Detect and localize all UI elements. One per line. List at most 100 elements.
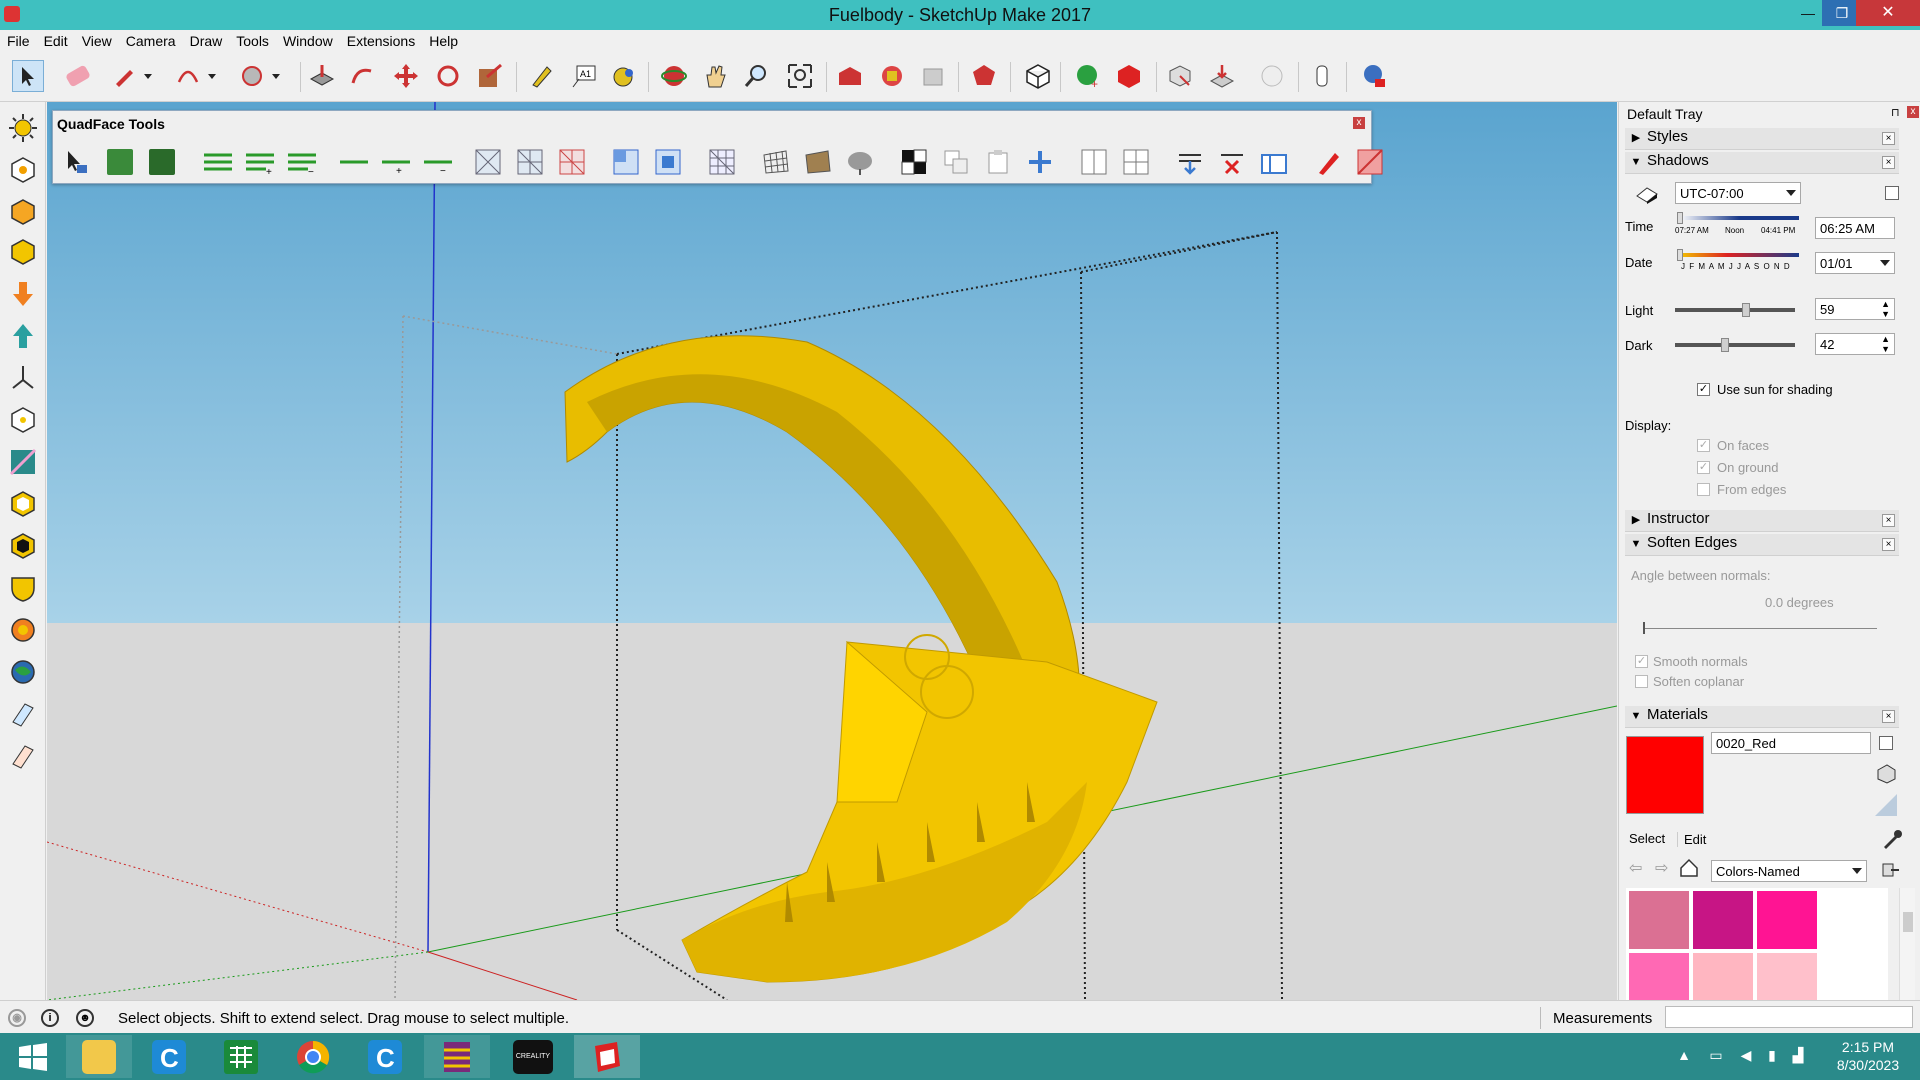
qf-ring-shrink-button[interactable]: −: [287, 147, 317, 177]
instructor-section-header[interactable]: ▶ Instructor ×: [1625, 510, 1899, 532]
drop-button[interactable]: [1206, 60, 1238, 92]
angle-slider[interactable]: [1643, 628, 1877, 629]
tape-measure-tool-button[interactable]: [526, 60, 558, 92]
taskbar-creality[interactable]: CREALITY: [500, 1035, 566, 1078]
axes-button[interactable]: [7, 362, 39, 394]
light-slider[interactable]: [1675, 308, 1795, 312]
light-input[interactable]: 59 ▲ ▼: [1815, 298, 1895, 320]
dark-slider[interactable]: [1675, 343, 1795, 347]
current-material-swatch[interactable]: [1626, 736, 1704, 814]
extrude-button[interactable]: [1164, 60, 1196, 92]
follow-me-tool-button[interactable]: [346, 60, 378, 92]
styles-section-header[interactable]: ▶ Styles ×: [1625, 128, 1899, 150]
quad-tool-3-button[interactable]: [7, 236, 39, 268]
menu-camera[interactable]: Camera: [119, 30, 183, 49]
menu-tools[interactable]: Tools: [229, 30, 276, 49]
quad-tool-7-button[interactable]: [7, 572, 39, 604]
materials-library-select[interactable]: Colors-Named: [1711, 860, 1867, 882]
help-plugin-button[interactable]: [1358, 60, 1390, 92]
volume-icon[interactable]: ◀: [1738, 1047, 1754, 1063]
time-slider-thumb[interactable]: [1677, 212, 1683, 224]
back-arrow-icon[interactable]: ⇦: [1629, 858, 1642, 878]
light-slider-thumb[interactable]: [1741, 303, 1750, 317]
line-dropdown[interactable]: [140, 60, 156, 92]
share-component-button[interactable]: [918, 60, 950, 92]
signal-icon[interactable]: ▟: [1790, 1047, 1806, 1063]
geo-location-icon[interactable]: ◉: [8, 1009, 26, 1027]
circle-dropdown[interactable]: [268, 60, 284, 92]
swatch-scroll-thumb[interactable]: [1903, 912, 1913, 932]
network-icon[interactable]: ▮: [1764, 1047, 1780, 1063]
qf-copy-uv-button[interactable]: [941, 147, 971, 177]
section-close-icon[interactable]: ×: [1882, 132, 1895, 145]
qf-quad-grid-button[interactable]: [1121, 147, 1151, 177]
section-plane-button[interactable]: [7, 446, 39, 478]
menu-edit[interactable]: Edit: [37, 30, 75, 49]
eraser-pink-button[interactable]: [7, 740, 39, 772]
eyedropper-icon[interactable]: [1881, 828, 1903, 850]
qf-checker-button[interactable]: [899, 147, 929, 177]
qf-build-button[interactable]: [1175, 147, 1205, 177]
materials-section-header[interactable]: ▼ Materials ×: [1625, 706, 1899, 728]
pin-icon[interactable]: ⊓: [1891, 106, 1900, 119]
smooth-normals-checkbox[interactable]: ✓: [1635, 655, 1648, 668]
select-tool-button[interactable]: [12, 60, 44, 92]
solid-inspector-button[interactable]: [1022, 60, 1054, 92]
quad-tool-1-button[interactable]: [7, 154, 39, 186]
angle-slider-thumb[interactable]: [1643, 622, 1645, 634]
quad-tool-6-button[interactable]: [7, 530, 39, 562]
zoom-tool-button[interactable]: [740, 60, 772, 92]
share-model-button[interactable]: [876, 60, 908, 92]
paint-bucket-tool-button[interactable]: [608, 60, 640, 92]
qf-uv-texture-button[interactable]: [803, 147, 833, 177]
dark-slider-thumb[interactable]: [1721, 338, 1730, 352]
start-button[interactable]: [0, 1035, 66, 1078]
show-hidden-icons[interactable]: ▲: [1676, 1047, 1692, 1063]
eraser-blue-button[interactable]: [7, 698, 39, 730]
date-slider[interactable]: [1679, 253, 1799, 257]
warehouse-button[interactable]: [834, 60, 866, 92]
create-material-icon[interactable]: [1875, 762, 1897, 784]
add-cube-button[interactable]: [1114, 60, 1146, 92]
model-viewport[interactable]: [47, 102, 1617, 1000]
qf-uv-sphere-button[interactable]: [845, 147, 875, 177]
menu-extensions[interactable]: Extensions: [340, 30, 422, 49]
push-pull-tool-button[interactable]: [306, 60, 338, 92]
qf-ring-button[interactable]: [203, 147, 233, 177]
qf-loop-button[interactable]: [339, 147, 369, 177]
on-faces-checkbox[interactable]: ✓: [1697, 439, 1710, 452]
arc-dropdown[interactable]: [204, 60, 220, 92]
material-details-button[interactable]: [1879, 736, 1893, 750]
menu-draw[interactable]: Draw: [183, 30, 230, 49]
section-close-icon[interactable]: ×: [1882, 514, 1895, 527]
qf-delete-button[interactable]: [1217, 147, 1247, 177]
taskbar-sketchup[interactable]: [574, 1035, 640, 1078]
orbit-tool-button[interactable]: [658, 60, 690, 92]
menu-window[interactable]: Window: [276, 30, 340, 49]
quad-tool-8-button[interactable]: [7, 614, 39, 646]
taskbar-file-explorer[interactable]: [66, 1035, 132, 1078]
date-input[interactable]: 01/01: [1815, 252, 1895, 274]
sun-shadow-button[interactable]: [7, 112, 39, 144]
materials-tab-edit[interactable]: Edit: [1677, 832, 1706, 847]
section-close-icon[interactable]: ×: [1882, 710, 1895, 723]
taskbar-calculator[interactable]: [208, 1035, 274, 1078]
eraser-tool-button[interactable]: [62, 60, 94, 92]
forward-arrow-icon[interactable]: ⇨: [1655, 858, 1668, 878]
move-down-button[interactable]: [7, 278, 39, 310]
extension-warehouse-button[interactable]: [968, 60, 1000, 92]
quad-tool-5-button[interactable]: [7, 488, 39, 520]
materials-tab-select[interactable]: Select: [1629, 831, 1665, 846]
pan-tool-button[interactable]: [700, 60, 732, 92]
menu-file[interactable]: File: [0, 30, 37, 49]
text-tool-button[interactable]: A1: [568, 60, 600, 92]
circle-tool-button[interactable]: [236, 60, 268, 92]
material-swatch[interactable]: [1629, 953, 1689, 1000]
spinner-icon[interactable]: ▲ ▼: [1881, 334, 1890, 354]
dark-input[interactable]: 42 ▲ ▼: [1815, 333, 1895, 355]
taskbar-app-c2[interactable]: C: [352, 1035, 418, 1078]
shadows-section-header[interactable]: ▼ Shadows ×: [1625, 152, 1899, 174]
on-ground-checkbox[interactable]: ✓: [1697, 461, 1710, 474]
line-tool-button[interactable]: [108, 60, 140, 92]
menu-view[interactable]: View: [75, 30, 119, 49]
